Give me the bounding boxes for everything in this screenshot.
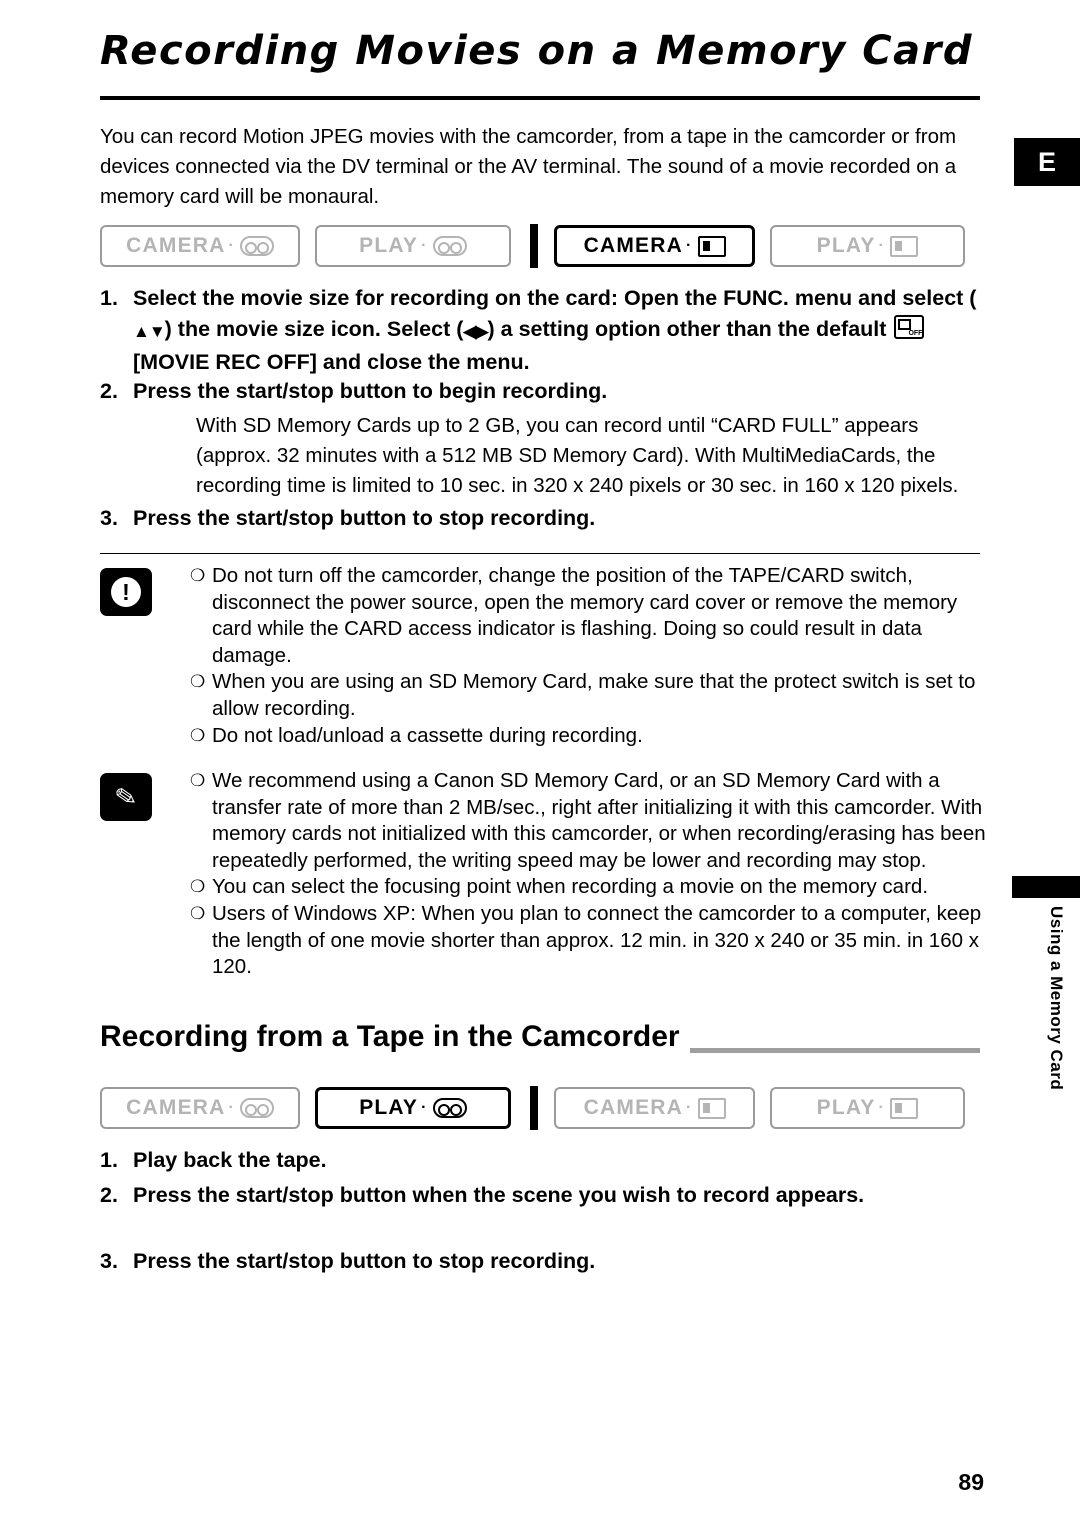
list-item: ❍ Do not load/unload a cassette during r…	[190, 723, 986, 750]
caution-note-list: ❍ Do not turn off the camcorder, change …	[190, 563, 986, 749]
step-3-text: Press the start/stop button to stop reco…	[133, 506, 596, 530]
document-page: Recording Movies on a Memory Card E You …	[0, 0, 1080, 1534]
bullet-icon: ❍	[190, 672, 206, 692]
step-3-number: 3.	[100, 506, 118, 530]
bullet-icon: ❍	[190, 566, 206, 585]
card-icon	[697, 235, 726, 257]
mode-badge-camera-card-2[interactable]: CAMERA ·	[554, 1087, 755, 1129]
list-item-text: Do not turn off the camcorder, change th…	[212, 564, 958, 667]
step-1: 1. Select the movie size for recording o…	[100, 283, 980, 378]
list-item: ❍ Do not turn off the camcorder, change …	[190, 563, 986, 669]
list-item-text: When you are using an SD Memory Card, ma…	[212, 670, 976, 720]
sub-step-1-number: 1.	[100, 1148, 118, 1172]
caution-icon: !	[100, 568, 152, 616]
subsection-heading: Recording from a Tape in the Camcorder	[100, 1020, 690, 1054]
page-title: Recording Movies on a Memory Card	[100, 28, 973, 74]
step-2-text: Press the start/stop button to begin rec…	[133, 379, 608, 403]
sub-step-2-number: 2.	[100, 1183, 118, 1207]
mode-group-divider	[529, 224, 539, 268]
page-number: 89	[958, 1469, 984, 1495]
separator-dot: ·	[686, 237, 693, 254]
mode-badges-row-1: CAMERA · PLAY · CAMERA · PLAY ·	[100, 224, 980, 268]
intro-paragraph: You can record Motion JPEG movies with t…	[100, 125, 957, 208]
list-item-text: We recommend using a Canon SD Memory Car…	[212, 769, 986, 872]
sub-step-3: 3. Press the start/stop button to stop r…	[100, 1246, 980, 1277]
step-1-part-a: Select the movie size for recording on t…	[133, 286, 977, 310]
separator-dot: ·	[878, 237, 886, 254]
card-icon	[697, 1097, 726, 1119]
mode-badge-camera-card[interactable]: CAMERA ·	[554, 225, 755, 267]
tape-icon	[432, 1098, 467, 1118]
separator-dot: ·	[228, 237, 236, 254]
bullet-icon: ❍	[190, 903, 206, 923]
sub-step-2: 2. Press the start/stop button when the …	[100, 1180, 980, 1211]
mode-badge-play-tape[interactable]: PLAY ·	[315, 225, 511, 267]
mode-badge-play-card[interactable]: PLAY ·	[769, 225, 965, 267]
sub-step-3-number: 3.	[100, 1249, 118, 1273]
mode-badge-label: CAMERA	[126, 234, 226, 257]
step-3: 3. Press the start/stop button to stop r…	[100, 503, 980, 534]
notes-divider	[100, 553, 980, 554]
bullet-icon: ❍	[190, 877, 206, 897]
mode-badge-play-tape-2[interactable]: PLAY ·	[315, 1087, 511, 1129]
mode-badge-label: PLAY	[816, 1096, 876, 1119]
note-icon: ✎	[100, 773, 152, 821]
step-2: 2. Press the start/stop button to begin …	[100, 376, 980, 407]
step-1-part-d: [MOVIE REC OFF] and close the menu.	[133, 350, 530, 374]
list-item: ❍ Users of Windows XP: When you plan to …	[190, 901, 986, 981]
mode-badge-label: CAMERA	[583, 1096, 684, 1119]
separator-dot: ·	[686, 1099, 693, 1116]
tape-icon	[240, 236, 275, 256]
up-down-arrows-icon: ▲▼	[133, 321, 166, 341]
list-item: ❍ We recommend using a Canon SD Memory C…	[190, 768, 986, 874]
separator-dot: ·	[421, 1099, 428, 1116]
step-1-text: Select the movie size for recording on t…	[133, 283, 980, 378]
step-2-number: 2.	[100, 379, 118, 403]
separator-dot: ·	[421, 237, 428, 254]
mode-badge-play-card-2[interactable]: PLAY ·	[769, 1087, 966, 1129]
mode-badge-label: CAMERA	[583, 234, 683, 257]
side-tab-bar	[1012, 876, 1080, 898]
tape-icon	[432, 236, 467, 256]
mode-badge-label: CAMERA	[126, 1096, 226, 1119]
list-item-text: You can select the focusing point when r…	[212, 875, 929, 899]
step-2-body: With SD Memory Cards up to 2 GB, you can…	[196, 414, 959, 497]
mode-group-divider	[529, 1086, 539, 1130]
separator-dot: ·	[228, 1099, 236, 1116]
step-1-part-b: ) the movie size icon. Select (	[164, 316, 464, 341]
step-1-number: 1.	[100, 286, 118, 310]
info-note-list: ❍ We recommend using a Canon SD Memory C…	[190, 768, 986, 981]
step-1-part-c: ) a setting option other than the defaul…	[487, 316, 887, 341]
exclamation-mark-icon: !	[111, 577, 141, 607]
mode-badges-row-2: CAMERA · PLAY · CAMERA · PLAY ·	[100, 1086, 980, 1130]
title-underline	[100, 96, 980, 100]
separator-dot: ·	[878, 1099, 886, 1116]
list-item-text: Do not load/unload a cassette during rec…	[212, 723, 643, 747]
mode-badge-label: PLAY	[359, 234, 419, 257]
bullet-icon: ❍	[190, 725, 206, 745]
list-item: ❍ You can select the focusing point when…	[190, 874, 986, 901]
mode-badge-camera-tape-2[interactable]: CAMERA ·	[100, 1087, 301, 1129]
list-item: ❍ When you are using an SD Memory Card, …	[190, 669, 986, 722]
sub-step-1-text: Play back the tape.	[133, 1148, 327, 1172]
left-right-arrows-icon: ◀▶	[463, 321, 488, 341]
mode-badge-label: PLAY	[816, 234, 876, 257]
mode-badge-camera-tape[interactable]: CAMERA ·	[100, 225, 301, 267]
card-icon	[890, 1097, 919, 1119]
list-item-text: Users of Windows XP: When you plan to co…	[212, 901, 982, 979]
sub-step-1: 1. Play back the tape.	[100, 1145, 980, 1176]
sub-step-2-text: Press the start/stop button when the sce…	[133, 1183, 865, 1207]
sub-step-3-text: Press the start/stop button to stop reco…	[133, 1249, 596, 1273]
side-tab-label: Using a Memory Card	[1047, 906, 1066, 1091]
language-tab: E	[1014, 138, 1080, 186]
tape-icon	[240, 1098, 275, 1118]
mode-badge-label: PLAY	[359, 1096, 419, 1119]
card-icon	[890, 235, 919, 257]
pencil-icon: ✎	[112, 779, 140, 814]
movie-rec-off-icon	[894, 314, 925, 339]
bullet-icon: ❍	[190, 771, 206, 790]
